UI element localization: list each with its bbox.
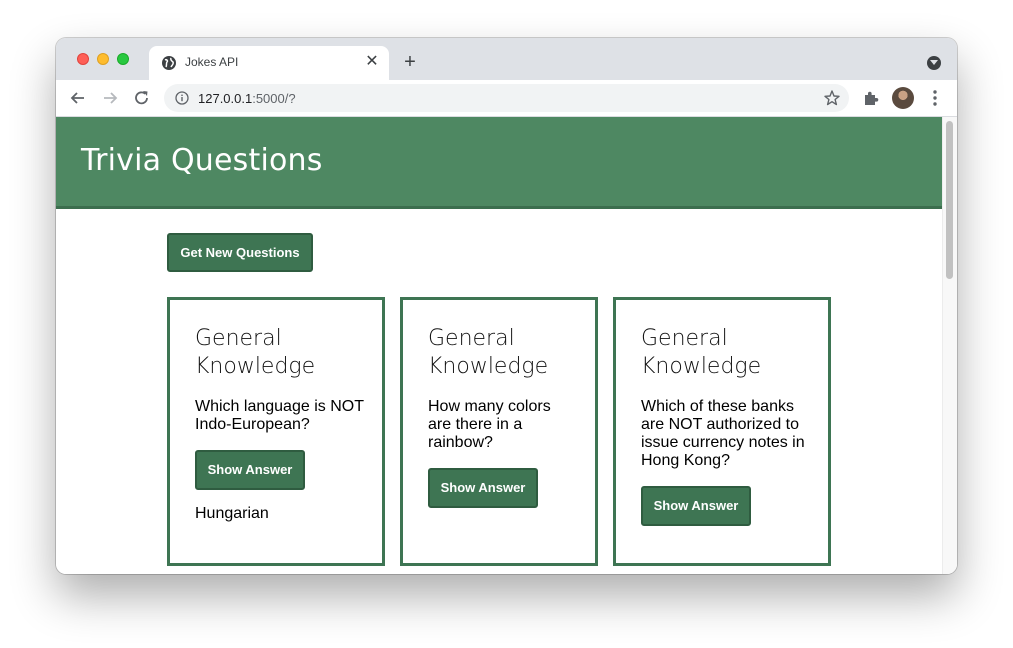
question-card: General Knowledge Which of these banks a… (613, 297, 831, 566)
extensions-puzzle-icon[interactable] (862, 89, 880, 107)
question-card: General Knowledge Which language is NOT … (167, 297, 385, 566)
card-answer: Hungarian (195, 505, 269, 522)
show-answer-button[interactable]: Show Answer (641, 486, 751, 526)
info-icon[interactable] (175, 91, 189, 105)
card-category: General Knowledge (195, 326, 316, 379)
tab-strip: Jokes API ✕ + (56, 38, 957, 80)
close-window-button[interactable] (77, 53, 89, 65)
show-answer-button[interactable]: Show Answer (428, 468, 538, 508)
address-bar[interactable]: 127.0.0.1:5000/? (164, 84, 849, 112)
card-question: Which of these banks are NOT authorized … (641, 398, 805, 469)
browser-window: Jokes API ✕ + 127.0.0.1:5000/? Trivia Qu… (56, 38, 957, 574)
zoom-window-button[interactable] (117, 53, 129, 65)
get-new-questions-button[interactable]: Get New Questions (167, 233, 313, 272)
show-answer-button[interactable]: Show Answer (195, 450, 305, 490)
tab-search-icon[interactable] (927, 56, 941, 70)
forward-arrow-icon[interactable] (100, 88, 120, 108)
close-tab-icon[interactable]: ✕ (363, 53, 381, 71)
browser-toolbar: 127.0.0.1:5000/? (56, 80, 957, 117)
reload-icon[interactable] (132, 88, 152, 108)
tab-jokes-api[interactable]: Jokes API ✕ (149, 46, 389, 80)
card-question: How many colors are there in a rainbow? (428, 398, 551, 451)
more-menu-icon[interactable] (928, 89, 942, 107)
card-category: General Knowledge (428, 326, 549, 379)
card-question: Which language is NOT Indo-European? (195, 398, 364, 433)
minimize-window-button[interactable] (97, 53, 109, 65)
card-category: General Knowledge (641, 326, 762, 379)
new-tab-icon[interactable]: + (400, 52, 420, 72)
back-arrow-icon[interactable] (68, 88, 88, 108)
page-viewport: Trivia Questions Get New Questions Gener… (56, 117, 957, 574)
tab-title: Jokes API (185, 55, 239, 69)
profile-avatar[interactable] (892, 87, 914, 109)
question-card: General Knowledge How many colors are th… (400, 297, 598, 566)
page-title: Trivia Questions (81, 143, 323, 178)
url-text: 127.0.0.1:5000/? (198, 91, 296, 106)
vertical-scrollbar[interactable] (942, 117, 957, 574)
globe-icon (162, 56, 176, 70)
scrollbar-thumb[interactable] (946, 121, 953, 279)
bookmark-star-icon[interactable] (823, 89, 841, 107)
page-header: Trivia Questions (56, 117, 942, 209)
